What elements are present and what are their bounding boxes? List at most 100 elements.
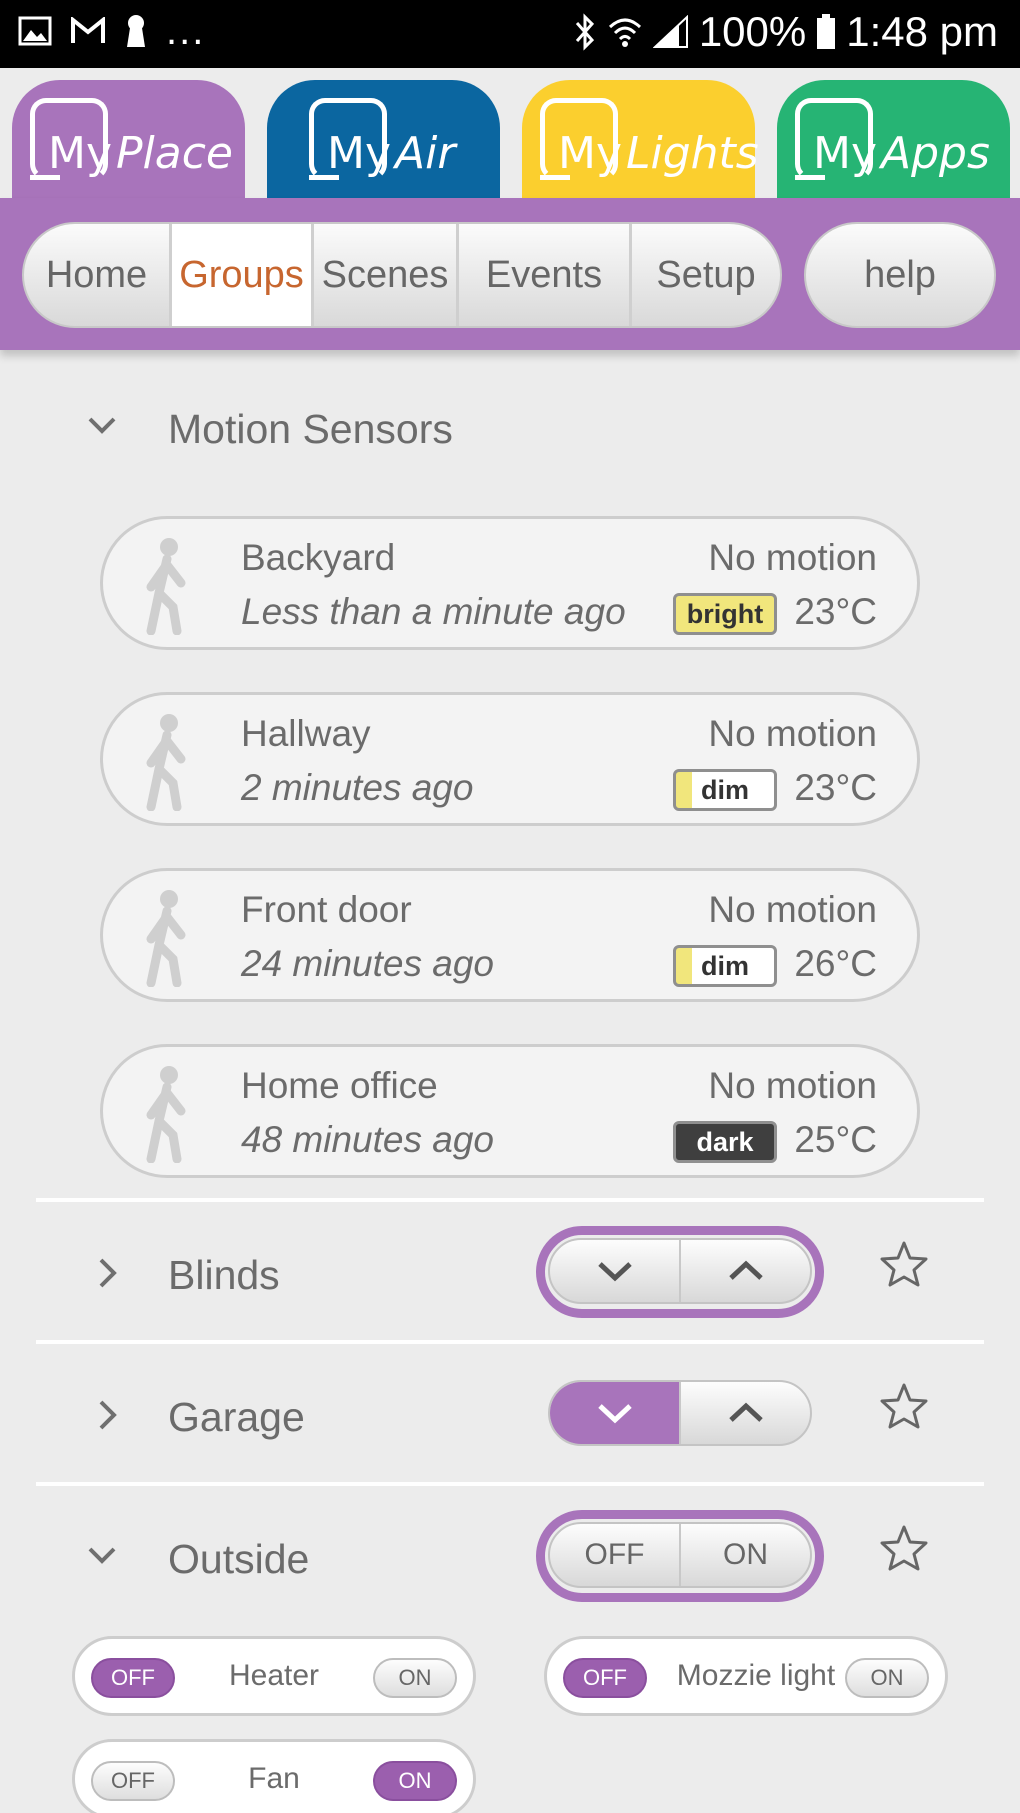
sensor-last-seen: 2 minutes ago xyxy=(241,767,474,808)
light-level-badge: dim xyxy=(673,945,777,987)
myplace-logo: My Place xyxy=(30,98,233,184)
tab-prefix: My xyxy=(558,128,623,179)
sensor-motion-status: No motion xyxy=(708,889,877,930)
tab-mylights[interactable]: My Lights xyxy=(522,80,759,202)
walking-person-icon xyxy=(146,1066,186,1163)
sensor-motion-status: No motion xyxy=(708,537,877,578)
section-divider xyxy=(36,1198,984,1202)
chevron-down-icon xyxy=(86,1538,118,1580)
sensor-card-front-door[interactable]: Front door 24 minutes ago No motion dim … xyxy=(100,868,920,1002)
sensor-last-seen: 48 minutes ago xyxy=(241,1119,495,1160)
help-button[interactable]: help xyxy=(804,222,996,328)
sensor-temperature: 23°C xyxy=(794,767,877,808)
switch-card-fan: OFF Fan ON xyxy=(72,1739,476,1813)
sensor-name: Backyard xyxy=(241,537,396,578)
section-divider xyxy=(36,1482,984,1486)
status-bar: ... 100% 1:48 pm xyxy=(0,0,1020,68)
star-icon[interactable] xyxy=(880,1382,928,1442)
sensor-last-seen: 24 minutes ago xyxy=(241,943,495,984)
heater-on-button[interactable]: ON xyxy=(373,1658,457,1698)
outside-header[interactable]: Outside xyxy=(0,1524,1020,1594)
myapps-logo: My Apps xyxy=(795,98,995,184)
blinds-header[interactable]: Blinds xyxy=(0,1240,1020,1310)
outside-off-button[interactable]: OFF xyxy=(550,1524,681,1586)
nav-home[interactable]: Home xyxy=(24,224,172,326)
mylights-logo: My Lights xyxy=(540,98,759,184)
walking-person-icon xyxy=(146,538,186,635)
outside-control: OFF ON xyxy=(548,1522,812,1588)
myair-logo: My Air xyxy=(285,98,485,184)
more-notifications: ... xyxy=(166,9,206,53)
blinds-down-button[interactable] xyxy=(550,1240,681,1302)
nav-groups[interactable]: Groups xyxy=(172,224,314,326)
star-icon[interactable] xyxy=(880,1240,928,1300)
switch-card-mozzie-light: OFF Mozzie light ON xyxy=(544,1636,948,1716)
chevron-up-icon xyxy=(728,1402,763,1422)
section-title: Outside xyxy=(168,1536,310,1582)
tab-label: Lights xyxy=(626,128,759,179)
chevron-down-icon xyxy=(86,408,118,450)
bluetooth-icon xyxy=(575,13,594,51)
garage-control xyxy=(548,1380,812,1446)
walking-person-icon xyxy=(146,890,186,987)
sensor-name: Front door xyxy=(241,889,412,930)
star-icon[interactable] xyxy=(880,1524,928,1584)
light-level-badge: dim xyxy=(673,769,777,811)
outside-on-button[interactable]: ON xyxy=(681,1524,810,1586)
sensor-card-home-office[interactable]: Home office 48 minutes ago No motion dar… xyxy=(100,1044,920,1178)
garage-down-button[interactable] xyxy=(550,1382,681,1444)
tab-myapps[interactable]: My Apps xyxy=(777,80,1010,202)
sensor-motion-status: No motion xyxy=(708,1065,877,1106)
section-title: Blinds xyxy=(168,1252,280,1298)
tab-label: Apps xyxy=(881,128,990,179)
app-tabs: My Place My Air My Lights My Apps xyxy=(0,68,1020,202)
chevron-down-icon xyxy=(597,1404,632,1424)
section-title: Motion Sensors xyxy=(168,406,453,452)
mozzie-light-on-button[interactable]: ON xyxy=(845,1658,929,1698)
battery-icon xyxy=(817,14,836,49)
battery-percent: 100% xyxy=(698,8,807,55)
tab-prefix: My xyxy=(327,128,392,179)
nav-bar: Home Groups Scenes Events Setup help xyxy=(0,198,1020,350)
section-divider xyxy=(36,1340,984,1344)
tab-myplace[interactable]: My Place xyxy=(12,80,245,202)
motion-sensors-header[interactable]: Motion Sensors xyxy=(0,400,1020,460)
nav-segmented-control: Home Groups Scenes Events Setup xyxy=(22,222,782,328)
switch-card-heater: OFF Heater ON xyxy=(72,1636,476,1716)
tab-label: Place xyxy=(116,128,233,179)
system-indicators: 100% 1:48 pm xyxy=(573,8,998,56)
wifi-icon xyxy=(608,18,641,47)
chevron-down-icon xyxy=(597,1262,632,1282)
sensor-name: Hallway xyxy=(241,713,371,754)
sensor-card-backyard[interactable]: Backyard Less than a minute ago No motio… xyxy=(100,516,920,650)
clock: 1:48 pm xyxy=(846,8,998,55)
light-level-badge: bright xyxy=(673,593,777,635)
fan-on-button[interactable]: ON xyxy=(373,1761,457,1801)
blinds-up-button[interactable] xyxy=(681,1240,810,1302)
notification-icons: ... xyxy=(18,9,206,53)
sensor-temperature: 25°C xyxy=(794,1119,877,1160)
chevron-right-icon xyxy=(96,1256,120,1299)
tab-label: Air xyxy=(395,128,456,179)
garage-header[interactable]: Garage xyxy=(0,1382,1020,1452)
blinds-control xyxy=(548,1238,812,1304)
chevron-right-icon xyxy=(96,1398,120,1441)
garage-up-button[interactable] xyxy=(681,1382,810,1444)
nav-scenes[interactable]: Scenes xyxy=(314,224,459,326)
sensor-name: Home office xyxy=(241,1065,438,1106)
gallery-icon xyxy=(18,16,52,46)
nav-events[interactable]: Events xyxy=(459,224,632,326)
walking-person-icon xyxy=(146,714,186,811)
light-level-badge: dark xyxy=(673,1121,777,1163)
sensor-temperature: 26°C xyxy=(794,943,877,984)
sensor-card-hallway[interactable]: Hallway 2 minutes ago No motion dim 23°C xyxy=(100,692,920,826)
signal-icon xyxy=(652,15,688,48)
nav-setup[interactable]: Setup xyxy=(632,224,780,326)
gmail-icon xyxy=(71,17,105,43)
tab-myair[interactable]: My Air xyxy=(267,80,500,202)
sensor-motion-status: No motion xyxy=(708,713,877,754)
section-title: Garage xyxy=(168,1394,305,1440)
tab-prefix: My xyxy=(48,128,113,179)
chevron-up-icon xyxy=(728,1260,763,1280)
tab-prefix: My xyxy=(813,128,878,179)
